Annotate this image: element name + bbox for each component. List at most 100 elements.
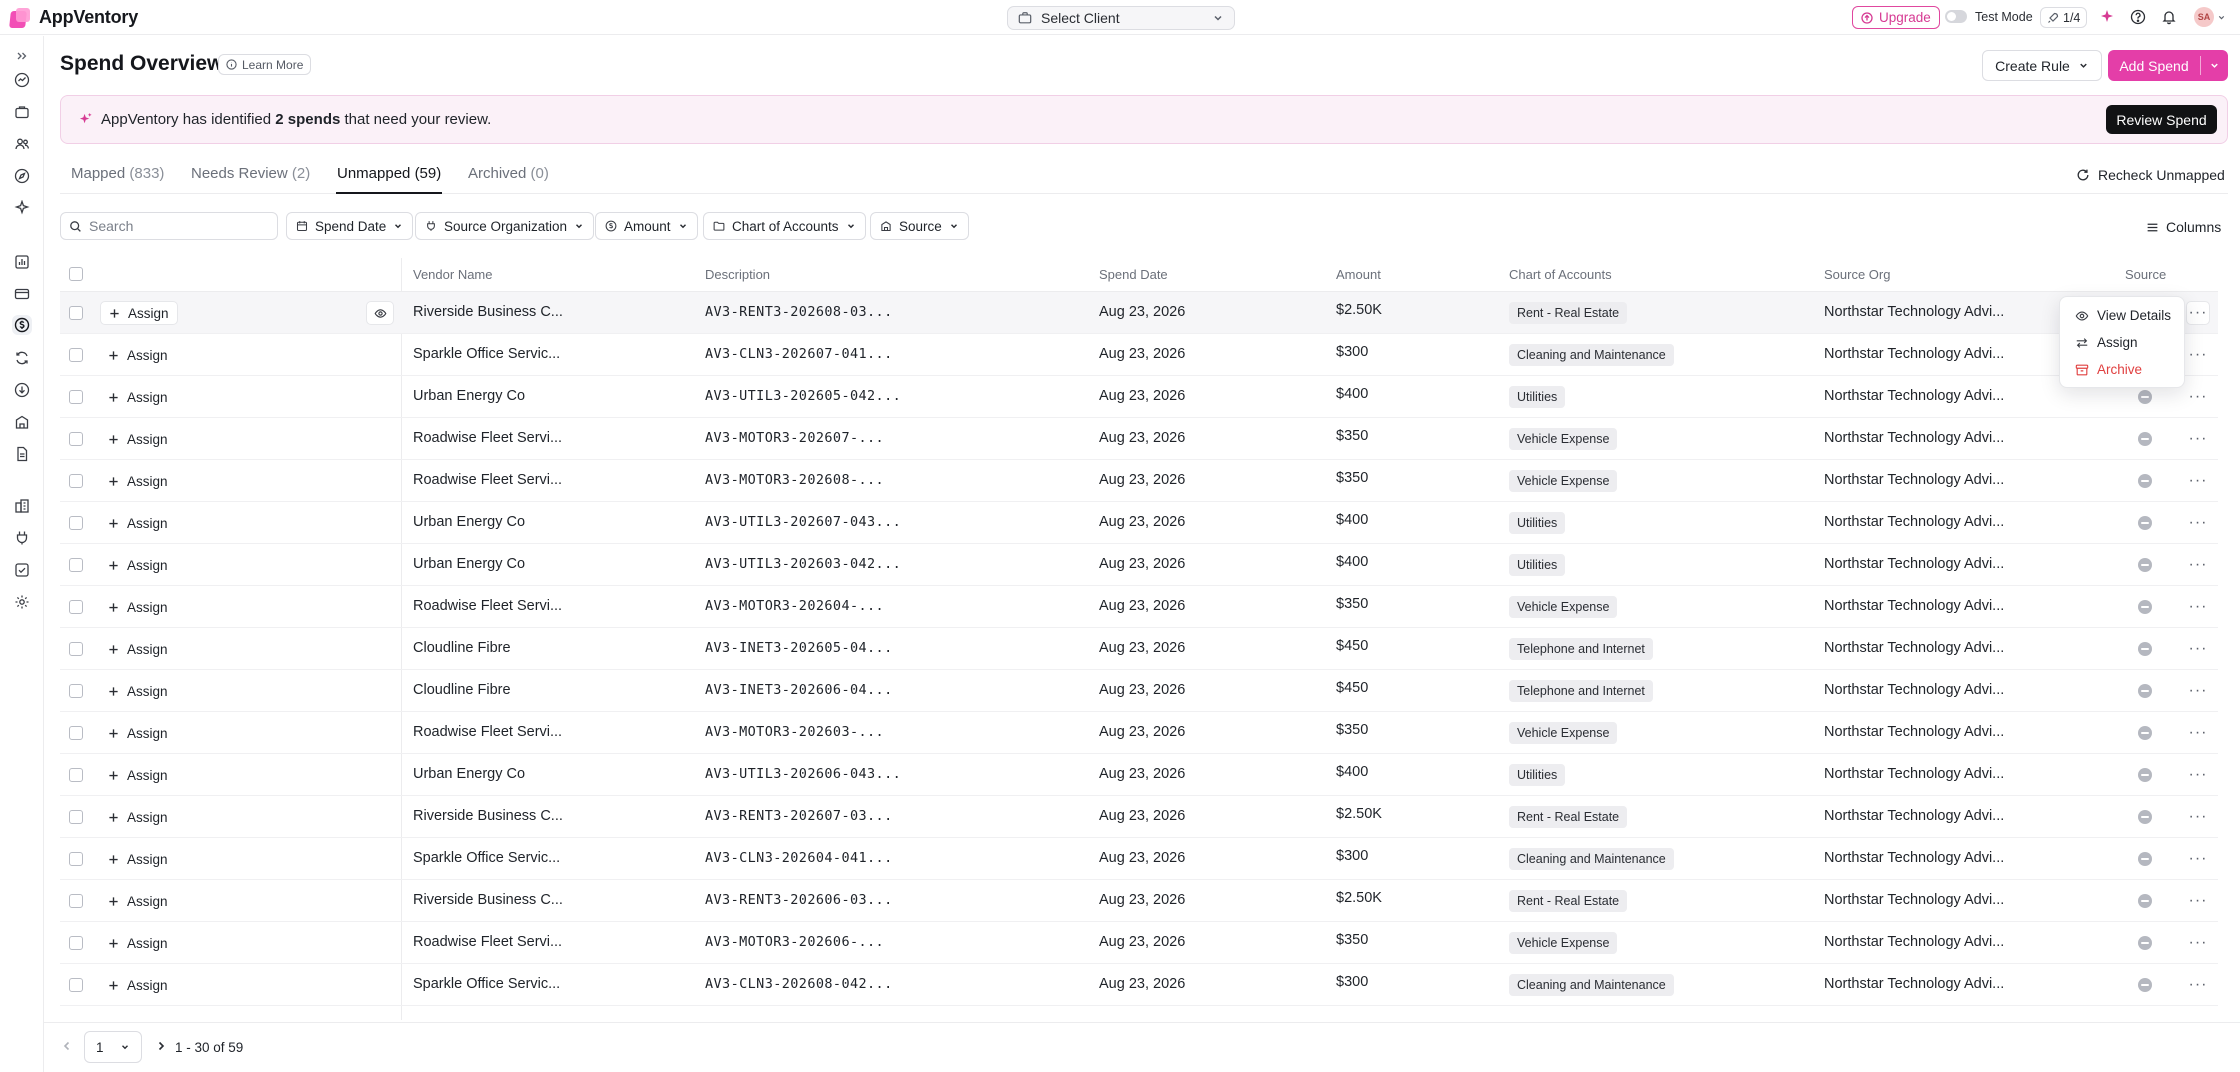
sparkle-icon[interactable]: [12, 198, 32, 218]
vendors-icon[interactable]: [12, 412, 32, 432]
spend-icon[interactable]: [12, 315, 32, 335]
row-more-button[interactable]: ···: [2186, 679, 2210, 703]
row-checkbox[interactable]: [69, 600, 83, 614]
table-row[interactable]: Assign Sparkle Office Servic... AV3-CLN3-2…: [60, 964, 2218, 1006]
table-row[interactable]: Assign Urban Energy Co AV3-UTIL3-202607-04…: [60, 502, 2218, 544]
vendor-name[interactable]: Riverside Business C...: [413, 304, 563, 320]
col-source[interactable]: Source: [2125, 267, 2166, 282]
assign-button[interactable]: Assign: [100, 595, 176, 619]
menu-view-details[interactable]: View Details: [2075, 308, 2171, 323]
table-row[interactable]: Assign Urban Energy Co AV3-UTIL3-202605-04…: [60, 376, 2218, 418]
vendor-name[interactable]: Roadwise Fleet Servi...: [413, 724, 562, 740]
row-more-button[interactable]: ···: [2186, 805, 2210, 829]
renewals-icon[interactable]: [12, 348, 32, 368]
assign-button[interactable]: Assign: [100, 931, 176, 955]
vendor-name[interactable]: Roadwise Fleet Servi...: [413, 934, 562, 950]
filter-source-organization[interactable]: Source Organization: [415, 212, 595, 240]
user-avatar[interactable]: SA: [2194, 7, 2214, 27]
row-checkbox[interactable]: [69, 684, 83, 698]
dashboard-icon[interactable]: [12, 70, 32, 90]
vendor-name[interactable]: Cloudline Fibre: [413, 682, 511, 698]
add-spend-button[interactable]: Add Spend: [2108, 50, 2228, 81]
view-button[interactable]: [366, 301, 394, 325]
card-icon[interactable]: [12, 284, 32, 304]
row-more-button[interactable]: ···: [2186, 721, 2210, 745]
row-checkbox[interactable]: [69, 810, 83, 824]
assign-button[interactable]: Assign: [100, 553, 176, 577]
search-field[interactable]: [60, 212, 278, 240]
col-amount[interactable]: Amount: [1336, 267, 1381, 282]
row-checkbox[interactable]: [69, 558, 83, 572]
row-more-button[interactable]: ···: [2186, 889, 2210, 913]
assign-button[interactable]: Assign: [100, 973, 176, 997]
vendor-name[interactable]: Sparkle Office Servic...: [413, 976, 560, 992]
filter-amount[interactable]: Amount: [595, 212, 698, 240]
table-row[interactable]: Assign Cloudline Fibre AV3-INET3-202606-04…: [60, 670, 2218, 712]
assign-button[interactable]: Assign: [100, 637, 176, 661]
vendor-name[interactable]: Cloudline Fibre: [413, 640, 511, 656]
vendor-name[interactable]: Roadwise Fleet Servi...: [413, 472, 562, 488]
table-row[interactable]: Assign Urban Energy Co AV3-UTIL3-202606-04…: [60, 754, 2218, 796]
row-more-button[interactable]: ···: [2186, 595, 2210, 619]
row-checkbox[interactable]: [69, 390, 83, 404]
row-checkbox[interactable]: [69, 936, 83, 950]
filter-source[interactable]: Source: [870, 212, 969, 240]
expand-sidebar-icon[interactable]: [12, 46, 32, 66]
row-checkbox[interactable]: [69, 894, 83, 908]
menu-assign[interactable]: Assign: [2075, 335, 2138, 350]
vendor-name[interactable]: Sparkle Office Servic...: [413, 346, 560, 362]
test-mode-toggle[interactable]: [1945, 10, 1967, 23]
onboarding-progress[interactable]: 1/4: [2040, 7, 2088, 28]
next-page-icon[interactable]: [155, 1040, 167, 1052]
filter-chart-of-accounts[interactable]: Chart of Accounts: [703, 212, 866, 240]
settings-icon[interactable]: [12, 592, 32, 612]
assign-button[interactable]: Assign: [100, 469, 176, 493]
row-checkbox[interactable]: [69, 474, 83, 488]
row-more-button[interactable]: ···: [2186, 343, 2210, 367]
vendor-name[interactable]: Riverside Business C...: [413, 892, 563, 908]
row-more-button[interactable]: ···: [2186, 931, 2210, 955]
row-more-button[interactable]: ···: [2186, 427, 2210, 451]
table-row[interactable]: Assign Sparkle Office Servic... AV3-CLN3-2…: [60, 334, 2218, 376]
row-checkbox[interactable]: [69, 726, 83, 740]
table-row[interactable]: Assign Roadwise Fleet Servi... AV3-MOTOR3-…: [60, 712, 2218, 754]
assign-button[interactable]: Assign: [100, 889, 176, 913]
row-checkbox[interactable]: [69, 852, 83, 866]
assign-button[interactable]: Assign: [100, 721, 176, 745]
table-row[interactable]: Assign Cloudline Fibre AV3-INET3-202605-04…: [60, 628, 2218, 670]
assign-button[interactable]: Assign: [100, 847, 176, 871]
table-row[interactable]: Assign Riverside Business C... AV3-RENT3-2…: [60, 880, 2218, 922]
users-icon[interactable]: [12, 134, 32, 154]
col-vendor-name[interactable]: Vendor Name: [413, 267, 493, 282]
integrations-icon[interactable]: [12, 528, 32, 548]
compass-icon[interactable]: [12, 166, 32, 186]
row-checkbox[interactable]: [69, 642, 83, 656]
table-row[interactable]: Assign Riverside Business C... AV3-RENT3-2…: [60, 292, 2218, 334]
tab-needs-review[interactable]: Needs Review (2): [191, 165, 310, 194]
vendor-name[interactable]: Urban Energy Co: [413, 556, 525, 572]
table-row[interactable]: Assign Roadwise Fleet Servi... AV3-MOTOR3-…: [60, 418, 2218, 460]
assign-button[interactable]: Assign: [100, 385, 176, 409]
col-source-org[interactable]: Source Org: [1824, 267, 1890, 282]
avatar-chevron-icon[interactable]: [2217, 13, 2226, 22]
assign-button[interactable]: Assign: [100, 427, 176, 451]
create-rule-button[interactable]: Create Rule: [1982, 50, 2102, 81]
row-more-button[interactable]: ···: [2186, 511, 2210, 535]
row-more-button[interactable]: ···: [2186, 637, 2210, 661]
prev-page-icon[interactable]: [61, 1040, 73, 1052]
table-row[interactable]: Assign Urban Energy Co AV3-UTIL3-202603-04…: [60, 544, 2218, 586]
row-checkbox[interactable]: [69, 348, 83, 362]
upgrade-button[interactable]: Upgrade: [1852, 6, 1940, 29]
row-checkbox[interactable]: [69, 516, 83, 530]
table-row[interactable]: Assign Roadwise Fleet Servi... AV3-MOTOR3-…: [60, 460, 2218, 502]
vendor-name[interactable]: Urban Energy Co: [413, 514, 525, 530]
learn-more-button[interactable]: Learn More: [218, 54, 312, 75]
bell-icon[interactable]: [2159, 7, 2179, 27]
help-icon[interactable]: [2128, 7, 2148, 27]
vendor-name[interactable]: Roadwise Fleet Servi...: [413, 598, 562, 614]
download-icon[interactable]: [12, 380, 32, 400]
tasks-icon[interactable]: [12, 560, 32, 580]
columns-button[interactable]: Columns: [2146, 219, 2221, 235]
row-more-button[interactable]: ···: [2186, 301, 2210, 325]
row-checkbox[interactable]: [69, 432, 83, 446]
